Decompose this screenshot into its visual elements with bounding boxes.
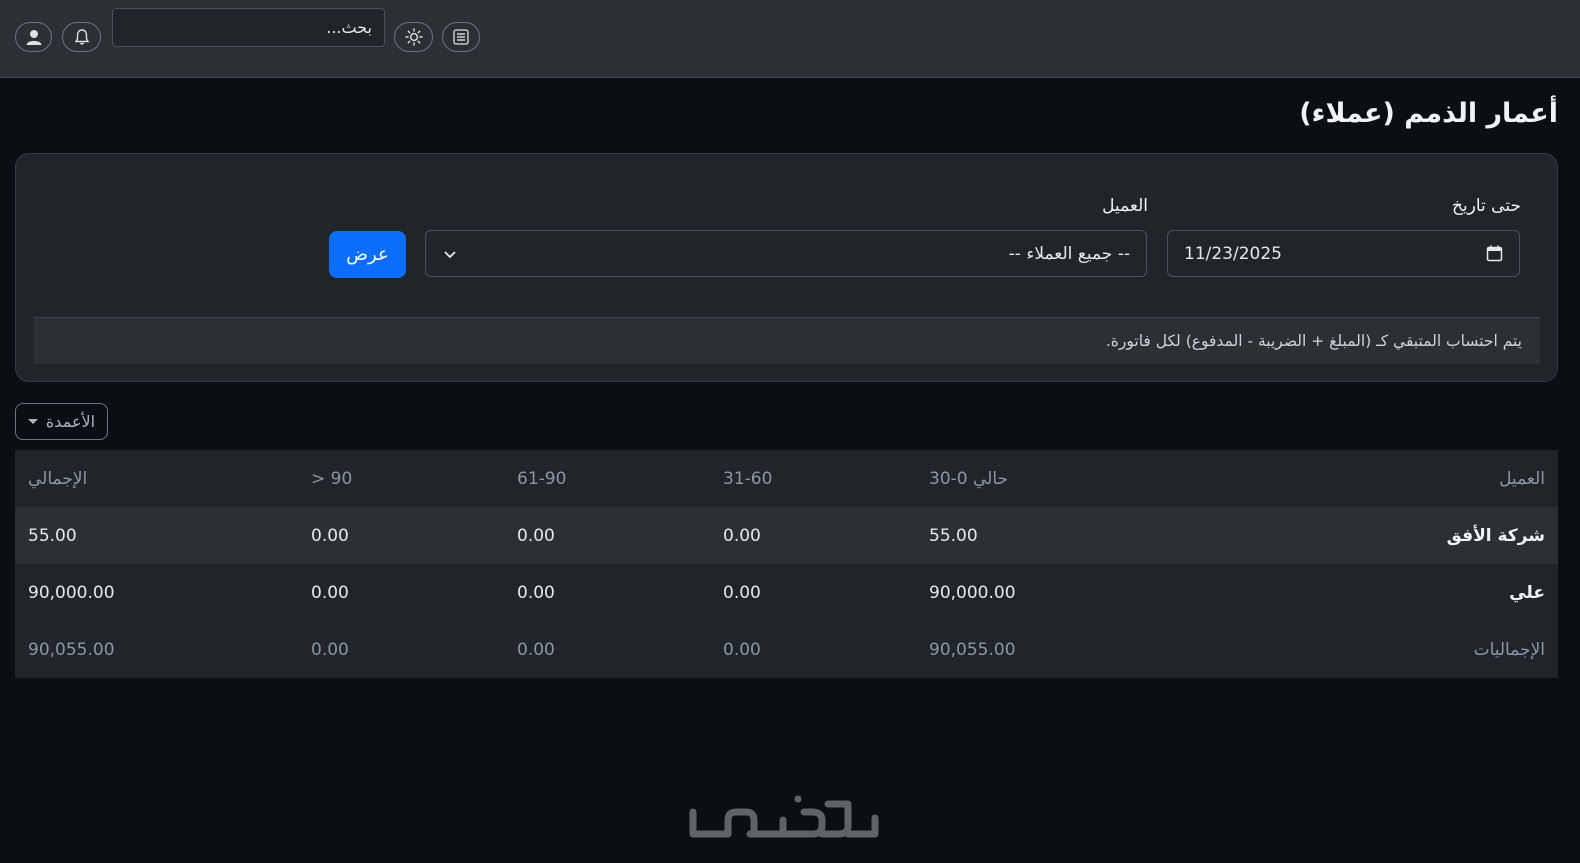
header-31-60[interactable]: 31-60 xyxy=(710,450,916,507)
chevron-down-icon xyxy=(444,250,456,258)
notifications-button[interactable] xyxy=(62,22,101,52)
cell-61-90: 0.00 xyxy=(504,507,710,564)
total-current: 90,055.00 xyxy=(916,621,1242,678)
total-grand: 90,055.00 xyxy=(15,621,298,678)
cell-customer: علي xyxy=(1242,564,1558,621)
sun-icon xyxy=(404,28,423,46)
totals-label: الإجماليات xyxy=(1242,621,1558,678)
cell-31-60: 0.00 xyxy=(710,507,916,564)
khamsat-logo xyxy=(689,795,879,838)
cell-31-60: 0.00 xyxy=(710,564,916,621)
caret-down-icon xyxy=(27,419,38,424)
customer-label: العميل xyxy=(1102,196,1148,216)
top-navbar xyxy=(0,0,1580,78)
date-value: 11/23/2025 xyxy=(1184,243,1282,264)
header-61-90[interactable]: 61-90 xyxy=(504,450,710,507)
theme-toggle-button[interactable] xyxy=(394,22,433,52)
totals-row: الإجماليات 90,055.00 0.00 0.00 0.00 90,0… xyxy=(15,621,1558,678)
table-header-row: العميل حالي 0-30 31-60 61-90 > 90 الإجما… xyxy=(15,450,1558,507)
header-over-90[interactable]: > 90 xyxy=(298,450,504,507)
customer-select[interactable]: -- جميع العملاء -- xyxy=(425,230,1147,277)
total-over-90: 0.00 xyxy=(298,621,504,678)
cell-current: 90,000.00 xyxy=(916,564,1242,621)
table-row: شركة الأفق 55.00 0.00 0.00 0.00 55.00 xyxy=(15,507,1558,564)
columns-toggle-button[interactable]: الأعمدة xyxy=(15,403,108,440)
header-current[interactable]: حالي 0-30 xyxy=(916,450,1242,507)
cell-total: 55.00 xyxy=(15,507,298,564)
table-row: علي 90,000.00 0.00 0.00 0.00 90,000.00 xyxy=(15,564,1558,621)
menu-toggle-button[interactable] xyxy=(442,22,480,52)
cell-61-90: 0.00 xyxy=(504,564,710,621)
cell-current: 55.00 xyxy=(916,507,1242,564)
search-input[interactable] xyxy=(112,8,385,47)
page-title: أعمار الذمم (عملاء) xyxy=(1299,98,1558,129)
cell-over-90: 0.00 xyxy=(298,507,504,564)
date-field[interactable]: 11/23/2025 xyxy=(1167,230,1520,277)
calendar-icon[interactable] xyxy=(1486,245,1503,262)
cell-over-90: 0.00 xyxy=(298,564,504,621)
date-label: حتى تاريخ xyxy=(1451,196,1521,216)
header-over-90-label: > 90 xyxy=(311,468,353,489)
header-total[interactable]: الإجمالي xyxy=(15,450,298,507)
customer-select-value: -- جميع العملاء -- xyxy=(1008,243,1130,264)
user-menu-button[interactable] xyxy=(15,22,52,52)
bell-icon xyxy=(74,29,89,45)
columns-button-label: الأعمدة xyxy=(45,412,96,431)
cell-customer: شركة الأفق xyxy=(1242,507,1558,564)
total-31-60: 0.00 xyxy=(710,621,916,678)
total-61-90: 0.00 xyxy=(504,621,710,678)
aging-table: العميل حالي 0-30 31-60 61-90 > 90 الإجما… xyxy=(15,450,1558,678)
calculation-note: يتم احتساب المتبقي كـ (المبلغ + الضريبة … xyxy=(34,317,1540,364)
menu-icon xyxy=(453,29,469,45)
show-report-button[interactable]: عرض xyxy=(329,231,406,278)
user-icon xyxy=(26,30,41,45)
header-customer[interactable]: العميل xyxy=(1242,450,1558,507)
filter-card: حتى تاريخ 11/23/2025 العميل -- جميع العم… xyxy=(15,153,1558,382)
cell-total: 90,000.00 xyxy=(15,564,298,621)
